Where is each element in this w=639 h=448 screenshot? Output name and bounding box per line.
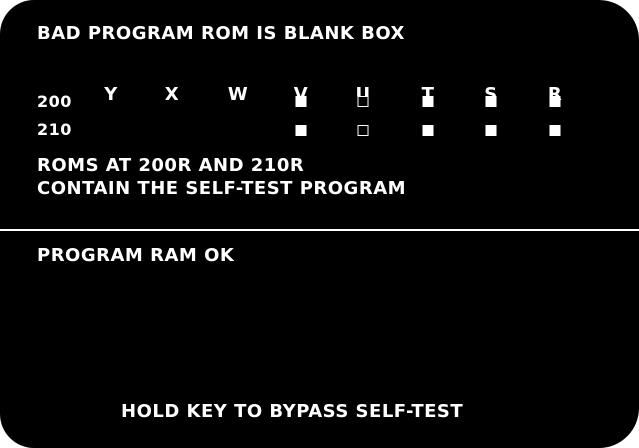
ram-status-text: PROGRAM RAM OK	[37, 245, 235, 266]
rom-cell-200-v-filled	[295, 96, 307, 107]
rom-cell-210-u-blank	[357, 125, 369, 136]
rom-note-line-1: ROMS AT 200R AND 210R	[37, 155, 305, 176]
rom-cell-210-v-filled	[295, 125, 307, 136]
column-header-x: X	[164, 84, 180, 105]
column-header-y: Y	[104, 84, 118, 105]
rom-cell-200-t-filled	[422, 96, 434, 107]
rom-cell-200-s-filled	[485, 96, 497, 107]
self-test-screen: BAD PROGRAM ROM IS BLANK BOX Y X W V U T…	[0, 0, 639, 448]
rom-cell-210-t-filled	[422, 125, 434, 136]
rom-test-title: BAD PROGRAM ROM IS BLANK BOX	[37, 23, 405, 44]
bypass-instruction: HOLD KEY TO BYPASS SELF-TEST	[121, 401, 464, 422]
rom-cell-210-r-filled	[549, 125, 561, 136]
rom-note-line-2: CONTAIN THE SELF-TEST PROGRAM	[37, 178, 407, 199]
rom-cell-210-s-filled	[485, 125, 497, 136]
column-header-w: W	[227, 84, 249, 105]
rom-row-label-200: 200	[37, 92, 72, 111]
rom-cell-200-u-blank	[357, 96, 369, 107]
section-divider	[0, 229, 639, 231]
rom-row-label-210: 210	[37, 120, 72, 139]
rom-cell-200-r-filled	[549, 96, 561, 107]
